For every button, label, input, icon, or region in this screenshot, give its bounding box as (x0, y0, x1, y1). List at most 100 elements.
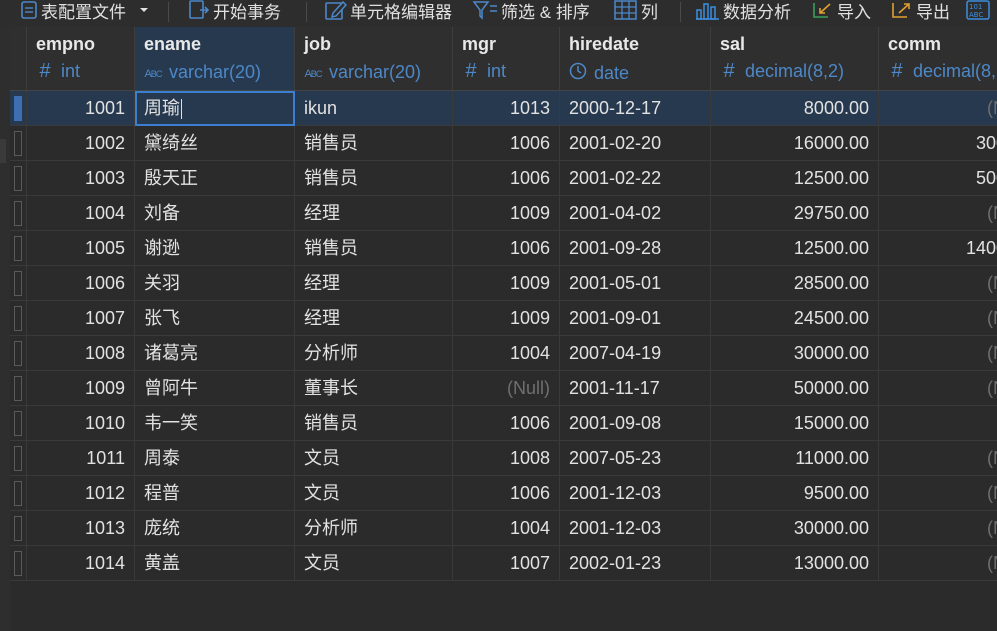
cell-job[interactable]: 销售员 (295, 406, 453, 441)
cell-mgr[interactable]: 1009 (453, 301, 560, 336)
cell-ename[interactable]: 曾阿牛 (135, 371, 295, 406)
cell-sal[interactable]: 16000.00 (711, 126, 879, 161)
cell-job[interactable]: 文员 (295, 476, 453, 511)
cell-comm[interactable]: (N (879, 91, 997, 126)
cell-sal[interactable]: 9500.00 (711, 476, 879, 511)
row-selector[interactable] (10, 266, 27, 301)
cell-empno[interactable]: 1007 (27, 301, 135, 336)
cell-sal[interactable]: 12500.00 (711, 161, 879, 196)
import-button[interactable]: 导入 (810, 0, 871, 22)
cell-mgr[interactable]: 1006 (453, 231, 560, 266)
cell-empno[interactable]: 1010 (27, 406, 135, 441)
column-header-comm[interactable]: comm # decimal(8,2) (879, 27, 997, 91)
cell-ename[interactable]: 诸葛亮 (135, 336, 295, 371)
row-selector[interactable] (10, 91, 27, 126)
cell-mgr[interactable]: 1004 (453, 511, 560, 546)
table-row[interactable]: 1010 韦一笑 销售员 1006 2001-09-08 15000.00 (10, 406, 997, 441)
cell-comm[interactable]: (N (879, 546, 997, 581)
row-selector[interactable] (10, 301, 27, 336)
cell-hiredate[interactable]: 2000-12-17 (560, 91, 711, 126)
cell-ename[interactable]: 庞统 (135, 511, 295, 546)
table-row[interactable]: 1003殷天正销售员10062001-02-2212500.00500 (10, 161, 997, 196)
cell-empno[interactable]: 1013 (27, 511, 135, 546)
cell-mgr[interactable]: 1006 (453, 161, 560, 196)
cell-ename[interactable]: 关羽 (135, 266, 295, 301)
cell-hiredate[interactable]: 2001-05-01 (560, 266, 711, 301)
row-selector[interactable] (10, 231, 27, 266)
cell-mgr[interactable]: 1004 (453, 336, 560, 371)
cell-comm[interactable]: 300 (879, 126, 997, 161)
table-row[interactable]: 1009曾阿牛董事长(Null)2001-11-1750000.00(N (10, 371, 997, 406)
cell-mgr[interactable]: 1009 (453, 266, 560, 301)
cell-job[interactable]: 经理 (295, 196, 453, 231)
columns-button[interactable]: 列 (614, 0, 658, 22)
row-selector[interactable] (10, 196, 27, 231)
cell-sal[interactable]: 30000.00 (711, 511, 879, 546)
cell-sal[interactable]: 24500.00 (711, 301, 879, 336)
cell-job[interactable]: 文员 (295, 546, 453, 581)
cell-job[interactable]: 经理 (295, 266, 453, 301)
header-row-gutter[interactable] (10, 27, 27, 91)
cell-empno[interactable]: 1004 (27, 196, 135, 231)
cell-comm[interactable] (879, 406, 997, 441)
cell-empno[interactable]: 1003 (27, 161, 135, 196)
export-button[interactable]: 导出 (889, 0, 950, 22)
cell-mgr[interactable]: 1006 (453, 476, 560, 511)
cell-ename[interactable]: 殷天正 (135, 161, 295, 196)
cell-empno[interactable]: 1005 (27, 231, 135, 266)
cell-sal[interactable]: 30000.00 (711, 336, 879, 371)
column-header-job[interactable]: job A B C varchar(20) (295, 27, 453, 91)
cell-empno[interactable]: 1012 (27, 476, 135, 511)
table-row[interactable]: 1001周瑜ikun10132000-12-178000.00(N (10, 91, 997, 126)
cell-ename[interactable]: 刘备 (135, 196, 295, 231)
cell-hiredate[interactable]: 2007-04-19 (560, 336, 711, 371)
dropdown-arrow-icon[interactable] (137, 3, 151, 17)
table-row[interactable]: 1002黛绮丝销售员10062001-02-2016000.00300 (10, 126, 997, 161)
cell-empno[interactable]: 1009 (27, 371, 135, 406)
cell-hiredate[interactable]: 2001-09-08 (560, 406, 711, 441)
cell-job[interactable]: 经理 (295, 301, 453, 336)
cell-sal[interactable]: 28500.00 (711, 266, 879, 301)
cell-ename[interactable]: 谢逊 (135, 231, 295, 266)
cell-ename[interactable]: 程普 (135, 476, 295, 511)
cell-ename[interactable]: 黄盖 (135, 546, 295, 581)
cell-job[interactable]: 分析师 (295, 336, 453, 371)
cell-job[interactable]: 文员 (295, 441, 453, 476)
cell-mgr[interactable]: 1007 (453, 546, 560, 581)
row-selector[interactable] (10, 371, 27, 406)
cell-empno[interactable]: 1006 (27, 266, 135, 301)
cell-sal[interactable]: 13000.00 (711, 546, 879, 581)
cell-hiredate[interactable]: 2001-04-02 (560, 196, 711, 231)
cell-hiredate[interactable]: 2001-09-28 (560, 231, 711, 266)
cell-mgr[interactable]: 1006 (453, 126, 560, 161)
column-header-mgr[interactable]: mgr # int (453, 27, 560, 91)
cell-hiredate[interactable]: 2001-02-20 (560, 126, 711, 161)
cell-comm[interactable]: (N (879, 476, 997, 511)
table-row[interactable]: 1007张飞经理10092001-09-0124500.00(N (10, 301, 997, 336)
cell-sal[interactable]: 12500.00 (711, 231, 879, 266)
cell-hiredate[interactable]: 2001-12-03 (560, 511, 711, 546)
table-row[interactable]: 1013庞统分析师10042001-12-0330000.00(N (10, 511, 997, 546)
row-selector[interactable] (10, 406, 27, 441)
cell-sal[interactable]: 29750.00 (711, 196, 879, 231)
cell-job[interactable]: 销售员 (295, 161, 453, 196)
row-selector[interactable] (10, 336, 27, 371)
cell-comm[interactable]: 500 (879, 161, 997, 196)
cell-mgr[interactable]: 1013 (453, 91, 560, 126)
cell-mgr[interactable]: 1009 (453, 196, 560, 231)
row-selector[interactable] (10, 161, 27, 196)
cell-mgr[interactable]: 1006 (453, 406, 560, 441)
panel-resize-handle[interactable] (0, 139, 6, 163)
cell-hiredate[interactable]: 2001-11-17 (560, 371, 711, 406)
column-header-empno[interactable]: empno # int (27, 27, 135, 91)
cell-mgr[interactable]: (Null) (453, 371, 560, 406)
column-header-ename[interactable]: ename A B C varchar(20) (135, 27, 295, 91)
cell-sal[interactable]: 50000.00 (711, 371, 879, 406)
cell-comm[interactable]: (N (879, 301, 997, 336)
row-selector[interactable] (10, 546, 27, 581)
table-row[interactable]: 1011周泰文员10082007-05-2311000.00(N (10, 441, 997, 476)
cell-ename[interactable]: 周泰 (135, 441, 295, 476)
table-row[interactable]: 1014黄盖文员10072002-01-2313000.00(N (10, 546, 997, 581)
table-row[interactable]: 1012程普文员10062001-12-039500.00(N (10, 476, 997, 511)
cell-comm[interactable]: (N (879, 196, 997, 231)
